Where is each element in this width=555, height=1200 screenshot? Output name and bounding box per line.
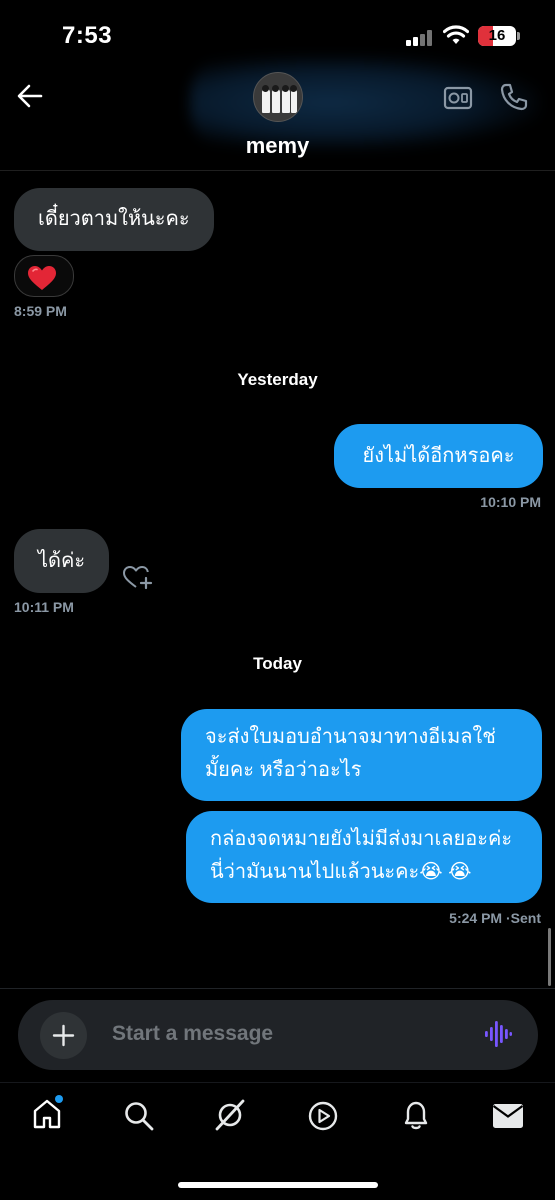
back-arrow-icon[interactable] <box>16 82 44 110</box>
add-reaction-icon[interactable] <box>122 563 154 591</box>
video-icon[interactable] <box>307 1100 339 1132</box>
heart-reaction-icon <box>28 266 56 290</box>
cellular-signal-icon <box>406 30 434 46</box>
message-text: ได้ค่ะ <box>38 549 86 572</box>
battery-percent: 16 <box>488 27 506 44</box>
header-divider <box>0 170 555 171</box>
message-time: 5:24 PM <box>449 910 503 926</box>
home-notification-dot <box>55 1095 63 1103</box>
contact-avatar[interactable] <box>253 72 303 122</box>
day-separator: Yesterday <box>237 370 318 389</box>
video-call-icon[interactable] <box>443 84 473 110</box>
day-separator: Today <box>253 654 302 673</box>
battery-indicator: 16 <box>478 26 516 46</box>
search-icon[interactable] <box>123 1100 155 1132</box>
wifi-icon <box>443 25 469 44</box>
message-timestamp: 8:59 PM <box>14 303 67 319</box>
plus-icon <box>52 1024 75 1047</box>
message-bubble-incoming[interactable]: เดี๋ยวตามให้นะคะ <box>14 188 214 251</box>
add-attachment-button[interactable] <box>40 1012 87 1059</box>
message-text: กล่องจดหมายยังไม่มีส่งมาเลยอะค่ะ นี่ว่าม… <box>210 828 513 883</box>
message-input[interactable]: Start a message <box>112 1022 273 1046</box>
message-bubble-outgoing[interactable]: จะส่งใบมอบอำนาจมาทางอีเมลใช่มั้ยคะ หรือว… <box>181 709 542 801</box>
message-text: เดี๋ยวตามให้นะคะ <box>38 208 190 230</box>
contact-name[interactable]: memy <box>0 133 555 159</box>
voice-message-icon[interactable] <box>484 1019 512 1049</box>
message-bubble-incoming[interactable]: ได้ค่ะ <box>14 529 110 593</box>
home-indicator <box>178 1182 378 1188</box>
status-time: 7:53 <box>62 22 113 49</box>
message-text: ยังไม่ได้อีกหรอคะ <box>362 444 515 467</box>
message-text: จะส่งใบมอบอำนาจมาทางอีเมลใช่มั้ยคะ หรือว… <box>205 726 496 781</box>
message-composer[interactable] <box>18 1000 538 1070</box>
grok-icon[interactable] <box>213 1098 247 1132</box>
message-bubble-outgoing[interactable]: กล่องจดหมายยังไม่มีส่งมาเลยอะค่ะ นี่ว่าม… <box>186 811 542 903</box>
phone-call-icon[interactable] <box>499 82 529 112</box>
nav-divider <box>0 1082 555 1083</box>
message-bubble-outgoing[interactable]: ยังไม่ได้อีกหรอคะ <box>334 424 543 488</box>
message-timestamp: 5:24 PM ·Sent <box>449 910 541 926</box>
messages-icon[interactable] <box>492 1103 524 1129</box>
composer-divider <box>0 988 555 989</box>
message-status: Sent <box>510 910 541 926</box>
message-timestamp: 10:11 PM <box>14 599 74 615</box>
notifications-icon[interactable] <box>400 1098 432 1132</box>
message-timestamp: 10:10 PM <box>480 494 541 510</box>
scrollbar[interactable] <box>548 928 551 986</box>
battery-cap <box>517 32 520 40</box>
